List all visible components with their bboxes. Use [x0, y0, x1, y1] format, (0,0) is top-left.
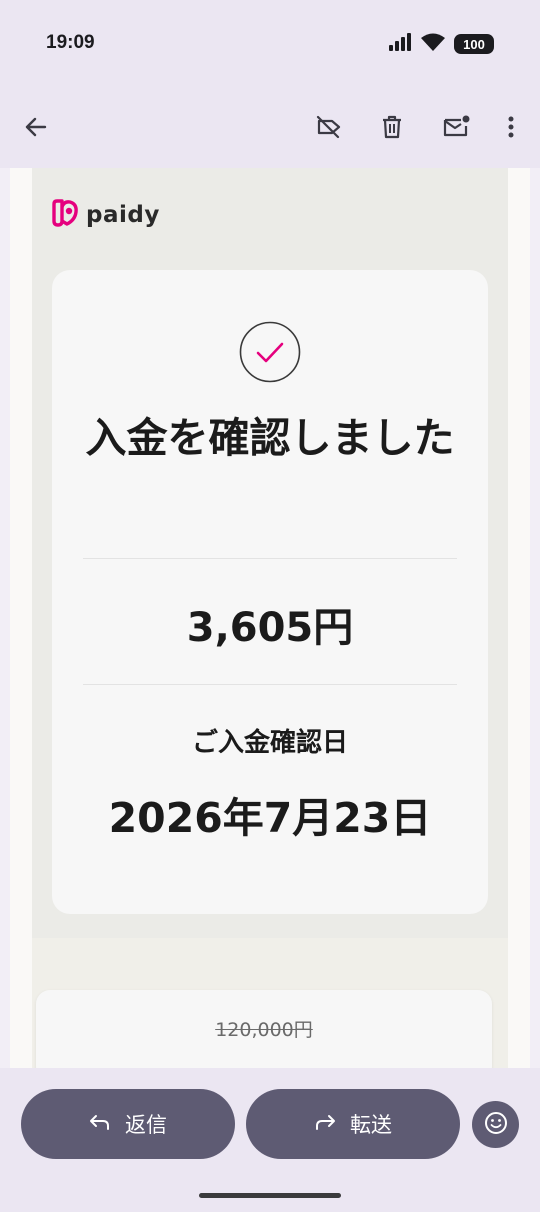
status-time: 19:09	[46, 32, 95, 53]
email-content[interactable]: paidy 入金を確認しました 3,605円 ご入金確認日 2026年7月23日…	[0, 168, 540, 1068]
forward-button[interactable]: 転送	[246, 1089, 460, 1159]
payment-amount: 3,605円	[186, 605, 354, 651]
payment-confirmation-card: 入金を確認しました 3,605円 ご入金確認日 2026年7月23日	[52, 270, 488, 914]
back-arrow-icon[interactable]	[14, 105, 58, 149]
mark-unread-icon[interactable]	[434, 105, 478, 149]
trash-icon[interactable]	[370, 105, 414, 149]
paidy-logo-text: paidy	[86, 202, 160, 228]
old-price: 120,000円	[215, 1019, 313, 1041]
wifi-icon	[420, 32, 446, 56]
more-vert-icon[interactable]	[489, 105, 533, 149]
email-body: paidy 入金を確認しました 3,605円 ご入金確認日 2026年7月23日	[10, 168, 530, 1068]
bottom-action-bar: 返信 転送	[0, 1068, 540, 1212]
emoji-reaction-button[interactable]	[472, 1101, 519, 1148]
divider	[83, 684, 457, 685]
status-bar: 19:09 100	[0, 0, 540, 90]
smiley-icon	[484, 1111, 508, 1139]
email-toolbar	[0, 90, 540, 168]
confirmation-date: 2026年7月23日	[108, 794, 432, 842]
home-indicator[interactable]	[199, 1193, 341, 1198]
secondary-card: 120,000円	[36, 990, 492, 1068]
label-off-icon[interactable]	[306, 105, 350, 149]
reply-icon	[89, 1112, 111, 1136]
confirmation-title: 入金を確認しました	[85, 414, 455, 462]
battery-icon: 100	[454, 34, 494, 54]
paidy-logo: paidy	[50, 198, 160, 232]
divider	[83, 558, 457, 559]
paidy-logo-icon	[50, 198, 80, 232]
email-message-area: paidy 入金を確認しました 3,605円 ご入金確認日 2026年7月23日	[32, 168, 508, 1068]
check-circle-icon	[239, 321, 301, 383]
forward-icon	[314, 1112, 336, 1136]
reply-label: 返信	[125, 1113, 167, 1137]
status-icons: 100	[388, 32, 494, 56]
forward-label: 転送	[350, 1113, 392, 1137]
confirmation-date-label: ご入金確認日	[191, 728, 348, 758]
signal-icon	[388, 32, 412, 56]
reply-button[interactable]: 返信	[21, 1089, 235, 1159]
